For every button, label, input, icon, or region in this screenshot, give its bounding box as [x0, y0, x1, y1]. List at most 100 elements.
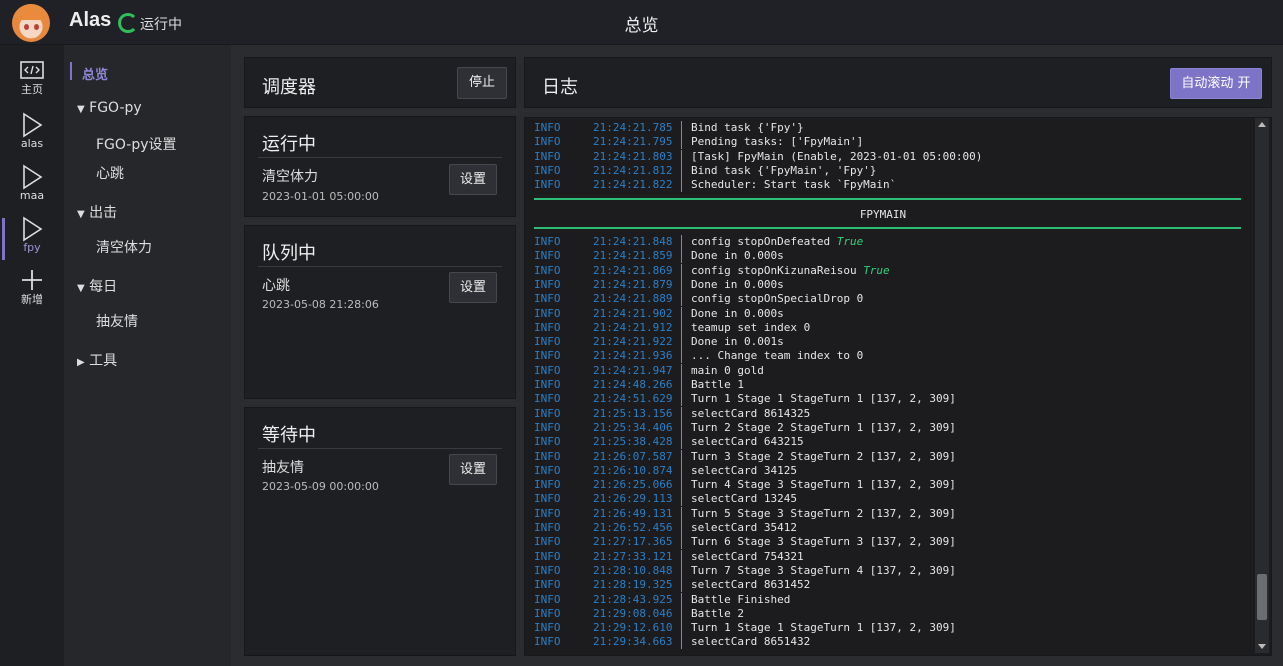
- nav-label-fpy: fpy: [23, 241, 41, 254]
- menu-item-fgo-py-settings[interactable]: FGO-py设置: [96, 134, 177, 154]
- log-time: 21:24:21.936: [593, 349, 673, 363]
- log-message: config stopOnSpecialDrop 0: [691, 292, 863, 306]
- log-separator: [681, 449, 682, 464]
- log-header-card: 日志 自动滚动 开: [524, 57, 1272, 108]
- log-message: selectCard 35412: [691, 521, 797, 535]
- menu-group-label: FGO-py: [89, 100, 142, 116]
- menu-group-label: 出击: [89, 205, 118, 221]
- log-message-text: Turn 7 Stage 3 StageTurn 4 [137, 2, 309]: [691, 563, 956, 577]
- log-time: 21:26:52.456: [593, 521, 673, 534]
- log-separator: [681, 277, 682, 292]
- log-time: 21:24:21.822: [593, 178, 673, 192]
- log-message-text: Turn 3 Stage 2 StageTurn 2 [137, 2, 309]: [691, 449, 956, 463]
- menu-group-fgo-py[interactable]: ▼ FGO-py: [77, 100, 142, 116]
- menu-group-tools[interactable]: ▶ 工具: [77, 350, 117, 370]
- section-divider-bottom: [534, 227, 1241, 229]
- log-level: INFO: [534, 563, 561, 577]
- log-message: ... Change team index to 0: [691, 349, 863, 363]
- menu-item-clear-stamina[interactable]: 清空体力: [96, 237, 152, 257]
- log-message-text: Scheduler: Start task `FpyMain`: [691, 178, 897, 192]
- log-separator: [681, 578, 682, 593]
- nav-item-add[interactable]: 新增: [0, 268, 64, 318]
- log-time: 21:27:17.365: [593, 535, 673, 549]
- log-separator: [681, 263, 682, 278]
- log-separator: [681, 178, 682, 193]
- waiting-card: 等待中 抽友情 2023-05-09 00:00:00 设置: [244, 407, 516, 656]
- log-level: INFO: [534, 463, 561, 477]
- log-message-text: [Task] FpyMain (Enable, 2023-01-01 05:00…: [691, 149, 983, 163]
- log-message: [Task] FpyMain (Enable, 2023-01-01 05:00…: [691, 150, 982, 164]
- log-time: 21:24:21.922: [593, 335, 673, 349]
- log-time: 21:25:13.156: [593, 406, 673, 420]
- log-level: INFO: [534, 121, 561, 134]
- scroll-down-icon[interactable]: [1258, 644, 1266, 649]
- log-message-text: Turn 5 Stage 3 StageTurn 2 [137, 2, 309]: [691, 506, 956, 520]
- log-separator: [681, 163, 682, 178]
- log-message-text: config stopOnDefeated: [691, 235, 837, 248]
- caret-down-icon: ▼: [77, 283, 85, 294]
- log-message: Done in 0.000s: [691, 307, 784, 321]
- log-message-text: selectCard 8651432: [691, 635, 811, 649]
- queued-title: 队列中: [262, 243, 316, 264]
- log-separator: [681, 121, 682, 135]
- log-separator: [681, 478, 682, 493]
- log-separator: [681, 521, 682, 535]
- log-message: Turn 4 Stage 3 StageTurn 1 [137, 2, 309]: [691, 478, 956, 492]
- log-level: INFO: [534, 578, 561, 592]
- autoscroll-toggle-button[interactable]: 自动滚动 开: [1170, 68, 1262, 99]
- log-panel[interactable]: FPYMAIN INFO 21:24:21.785 Bind task {'Fpy'…: [524, 117, 1272, 656]
- log-time: 21:24:21.902: [593, 306, 673, 320]
- menu-group-sortie[interactable]: ▼ 出击: [77, 202, 117, 222]
- log-time: 21:28:19.325: [593, 578, 673, 592]
- log-level: INFO: [534, 606, 561, 620]
- log-time: 21:25:34.406: [593, 420, 673, 434]
- queued-settings-button[interactable]: 设置: [449, 272, 497, 303]
- scrollbar-thumb[interactable]: [1257, 574, 1267, 620]
- scroll-up-icon[interactable]: [1258, 122, 1266, 127]
- log-time: 21:24:21.879: [593, 277, 673, 291]
- log-message: selectCard 34125: [691, 464, 797, 478]
- menu-group-label: 工具: [89, 353, 118, 369]
- nav-item-alas[interactable]: alas: [0, 112, 64, 162]
- menu-group-label: 每日: [89, 279, 118, 295]
- waiting-settings-button[interactable]: 设置: [449, 454, 497, 485]
- caret-right-icon: ▶: [77, 357, 85, 368]
- page-title: 总览: [624, 16, 659, 36]
- stop-button[interactable]: 停止: [457, 67, 507, 99]
- log-separator: [681, 635, 682, 650]
- nav-item-fpy[interactable]: fpy: [0, 216, 64, 266]
- log-separator: [681, 392, 682, 407]
- menu-group-daily[interactable]: ▼ 每日: [77, 276, 117, 296]
- log-message: Scheduler: Start task `FpyMain`: [691, 178, 896, 192]
- log-message-text: teamup set index 0: [691, 320, 811, 334]
- log-level: INFO: [534, 292, 561, 306]
- log-scrollbar[interactable]: [1255, 118, 1269, 653]
- log-message: Done in 0.000s: [691, 249, 784, 263]
- log-message-text: Battle 2: [691, 606, 744, 620]
- log-level: INFO: [534, 320, 561, 334]
- nav-item-maa[interactable]: maa: [0, 164, 64, 214]
- section-divider-top: [534, 198, 1241, 200]
- nav-item-home[interactable]: 主页: [0, 60, 64, 110]
- log-level: INFO: [534, 392, 561, 406]
- log-time: 21:24:21.812: [593, 163, 673, 177]
- menu-item-heartbeat[interactable]: 心跳: [96, 163, 124, 183]
- log-message-text: selectCard 8631452: [691, 578, 811, 592]
- log-message-text: Done in 0.000s: [691, 306, 784, 320]
- log-message: Turn 6 Stage 3 StageTurn 3 [137, 2, 309]: [691, 535, 956, 549]
- log-level: INFO: [534, 635, 561, 649]
- log-message-text: Bind task {'FpyMain', 'Fpy'}: [691, 163, 877, 177]
- menu-item-overview[interactable]: 总览: [82, 64, 108, 83]
- log-level: INFO: [534, 178, 561, 192]
- log-time: 21:24:48.266: [593, 378, 673, 391]
- menu-item-friend-gacha[interactable]: 抽友情: [96, 311, 138, 331]
- log-separator: [681, 535, 682, 550]
- log-message-text: Pending tasks: ['FpyMain']: [691, 135, 864, 149]
- log-message: config stopOnKizunaReisou True: [691, 264, 890, 278]
- log-separator: [681, 621, 682, 636]
- plus-icon: [22, 270, 42, 290]
- log-message-text: selectCard 35412: [691, 521, 797, 534]
- running-settings-button[interactable]: 设置: [449, 164, 497, 195]
- menu-sidebar: 总览 ▼ FGO-py FGO-py设置 心跳 ▼ 出击 清空体力 ▼ 每日 抽…: [64, 45, 231, 666]
- log-message-text: config stopOnSpecialDrop 0: [691, 292, 864, 306]
